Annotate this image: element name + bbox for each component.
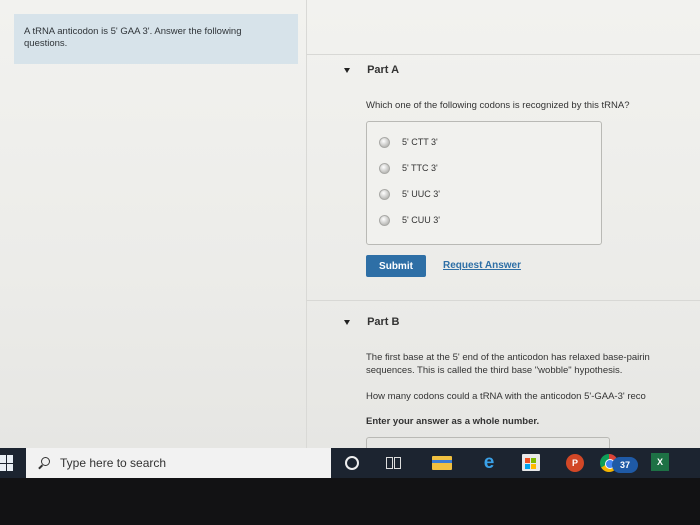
taskbar-search-box[interactable]: Type here to search [26, 448, 331, 478]
search-icon [38, 457, 50, 469]
part-a-title: Part A [367, 64, 400, 76]
caret-down-icon [344, 67, 350, 73]
part-a-question: Which one of the following codons is rec… [366, 100, 630, 111]
part-b-title: Part B [367, 316, 400, 328]
outlook-badge[interactable]: 37 [612, 457, 638, 473]
part-b-paragraph-line2: sequences. This is called the third base… [366, 365, 623, 376]
part-b-paragraph-line1: The first base at the 5' end of the anti… [366, 352, 650, 363]
option-1[interactable]: 5' CTT 3' [379, 135, 438, 149]
edge-browser-icon[interactable]: e [480, 453, 498, 472]
part-a-header[interactable]: Part A [344, 64, 399, 76]
option-4[interactable]: 5' CUU 3' [379, 213, 440, 227]
answer-input[interactable] [366, 437, 610, 448]
option-label: 5' UUC 3' [402, 189, 440, 199]
caret-down-icon [344, 319, 350, 325]
option-label: 5' TTC 3' [402, 163, 438, 173]
radio-button[interactable] [379, 214, 390, 226]
request-answer-link[interactable]: Request Answer [443, 260, 521, 271]
powerpoint-icon[interactable]: P [566, 454, 584, 472]
option-2[interactable]: 5' TTC 3' [379, 161, 438, 175]
cortana-icon[interactable] [345, 456, 359, 470]
left-pane: A tRNA anticodon is 5' GAA 3'. Answer th… [0, 0, 307, 448]
intro-text-line1: A tRNA anticodon is 5' GAA 3'. Answer th… [24, 26, 242, 37]
windows-start-icon[interactable] [0, 455, 14, 471]
divider [306, 300, 700, 301]
radio-button[interactable] [379, 188, 390, 200]
intro-text-line2: questions. [24, 38, 68, 49]
task-view-icon[interactable] [386, 457, 401, 469]
part-b-question: How many codons could a tRNA with the an… [366, 391, 646, 402]
intro-box: A tRNA anticodon is 5' GAA 3'. Answer th… [14, 14, 298, 64]
options-box: 5' CTT 3' 5' TTC 3' 5' UUC 3' 5' CUU 3' [366, 121, 602, 245]
monitor-bezel [0, 478, 700, 525]
store-icon[interactable] [522, 454, 540, 471]
part-b-header[interactable]: Part B [344, 316, 399, 328]
excel-icon[interactable]: X [651, 453, 669, 471]
part-b-instruction: Enter your answer as a whole number. [366, 416, 540, 427]
radio-button[interactable] [379, 162, 390, 174]
browser-content: A tRNA anticodon is 5' GAA 3'. Answer th… [0, 0, 700, 448]
submit-button[interactable]: Submit [366, 255, 426, 277]
option-label: 5' CUU 3' [402, 215, 440, 225]
file-explorer-icon[interactable] [432, 456, 452, 470]
search-placeholder: Type here to search [60, 456, 167, 470]
option-label: 5' CTT 3' [402, 137, 438, 147]
option-3[interactable]: 5' UUC 3' [379, 187, 440, 201]
taskbar: Type here to search e P 37 X [0, 448, 700, 478]
radio-button[interactable] [379, 136, 390, 148]
divider [306, 54, 700, 55]
